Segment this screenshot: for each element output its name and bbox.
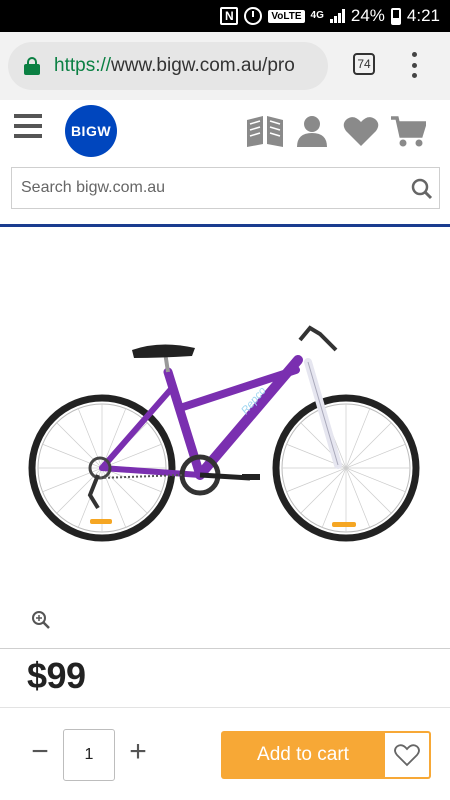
wishlist-icon[interactable] <box>343 114 379 148</box>
quantity-increase-button[interactable]: + <box>121 735 155 769</box>
clock: 4:21 <box>406 6 440 25</box>
search-input[interactable] <box>21 179 381 197</box>
signal-icon <box>329 9 345 23</box>
status-bar: N VoLTE 4G 24% 4:21 <box>0 0 450 32</box>
url-scheme: https:// <box>54 55 112 76</box>
divider <box>0 707 450 708</box>
account-icon[interactable] <box>296 114 328 148</box>
quantity-input[interactable]: 1 <box>63 729 115 781</box>
quantity-decrease-button[interactable]: − <box>24 735 56 769</box>
lock-icon <box>24 57 40 75</box>
status-icons: N VoLTE 4G 24% 4:21 <box>220 0 440 32</box>
product-image-bicycle[interactable]: Repco <box>20 300 440 560</box>
search-bar <box>11 167 440 209</box>
url-host: www.bigw.com.au/pro <box>111 55 295 76</box>
cart-icon[interactable] <box>390 114 426 148</box>
heart-outline-icon <box>394 744 420 767</box>
battery-percent: 24% <box>350 6 385 25</box>
product-price: $99 <box>27 655 86 696</box>
tab-switcher-button[interactable]: 74 <box>353 53 375 75</box>
url-field[interactable]: https://www.bigw.com.au/pro <box>8 42 328 90</box>
catalogue-icon[interactable] <box>245 114 285 148</box>
volte-badge: VoLTE <box>268 9 305 23</box>
browser-toolbar: https://www.bigw.com.au/pro <box>0 32 450 100</box>
nfc-icon: N <box>220 7 239 25</box>
network-type: 4G <box>310 10 324 21</box>
header-divider <box>0 224 450 227</box>
search-icon[interactable] <box>411 178 433 200</box>
menu-icon[interactable] <box>14 114 42 138</box>
browser-menu-icon[interactable] <box>410 52 418 78</box>
add-to-cart-button[interactable]: Add to cart <box>221 731 385 779</box>
battery-icon <box>390 7 401 25</box>
divider <box>0 648 450 649</box>
alarm-icon <box>244 7 263 25</box>
zoom-icon[interactable] <box>31 610 51 630</box>
bigw-logo[interactable]: BIGW <box>65 105 117 157</box>
add-to-wishlist-button[interactable] <box>385 731 431 779</box>
